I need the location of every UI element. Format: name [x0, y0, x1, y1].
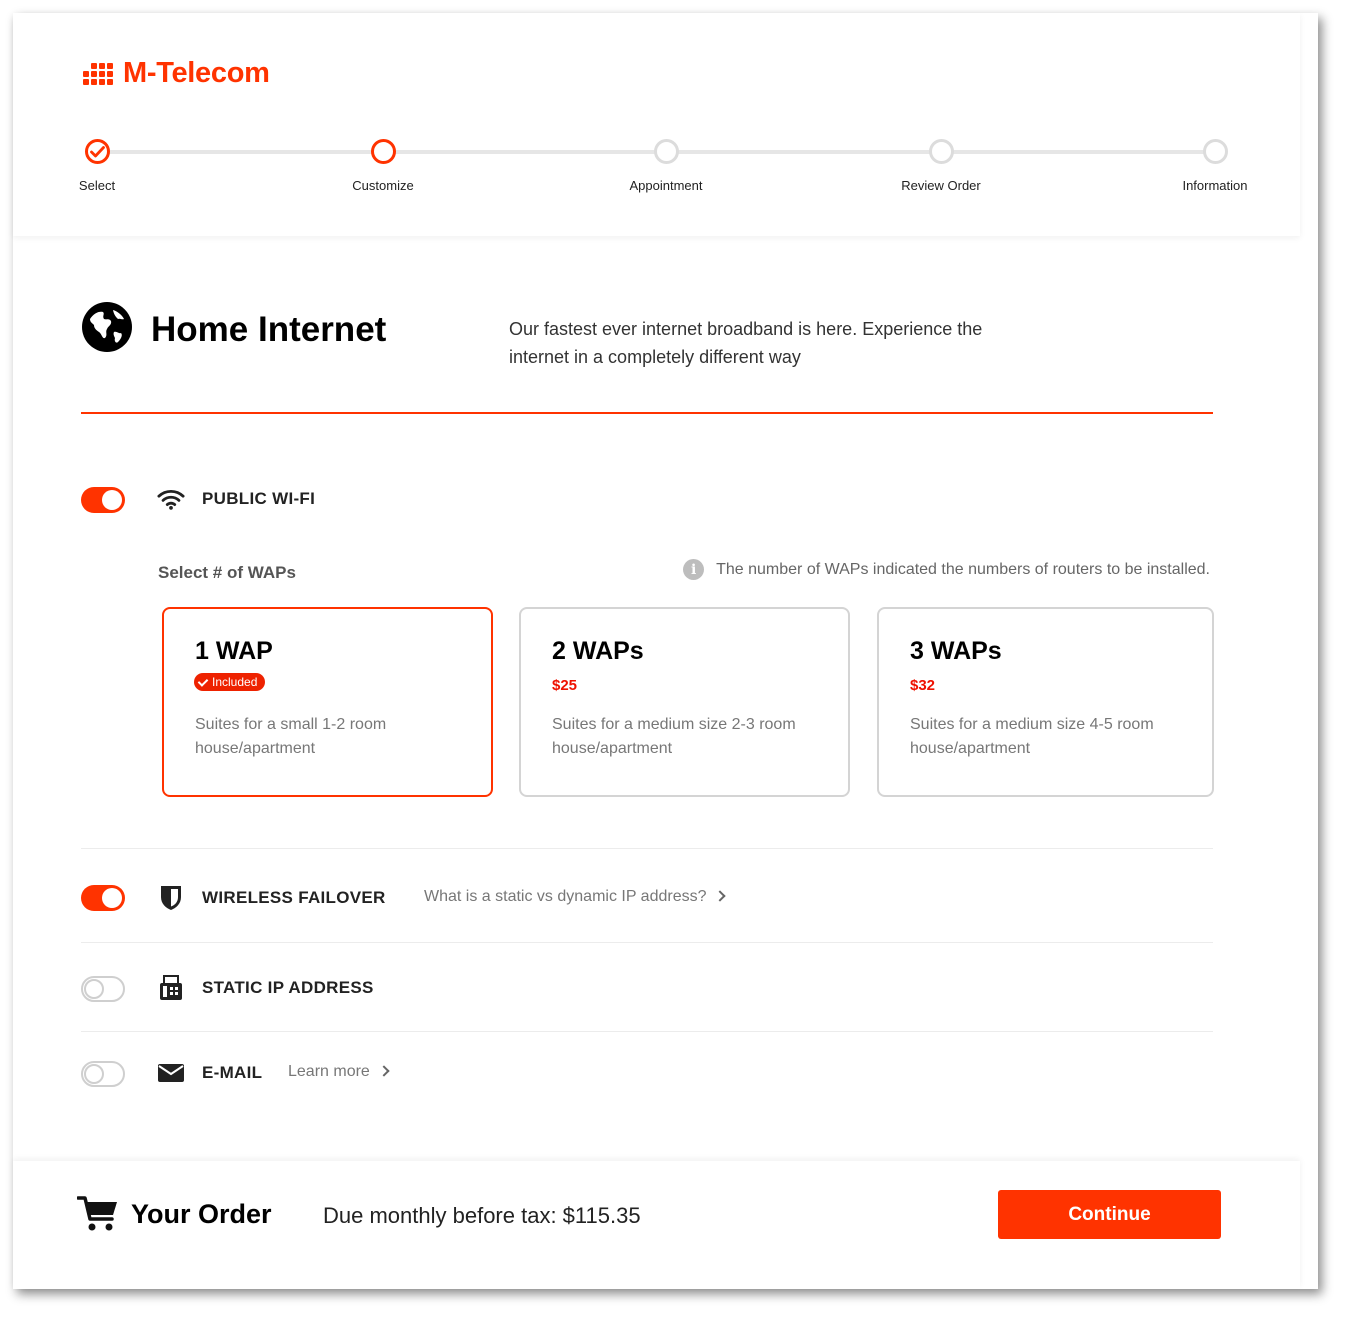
fax-icon	[157, 974, 185, 1002]
progress-stepper: Select Customize Appointment Review Orde…	[13, 139, 1300, 209]
cart-icon	[76, 1195, 119, 1238]
wap-card-1[interactable]: 1 WAP Included Suites for a small 1-2 ro…	[162, 607, 493, 797]
static-ip-label: STATIC IP ADDRESS	[202, 978, 374, 997]
learn-more-link[interactable]: Learn more	[288, 1063, 390, 1081]
row-divider	[81, 848, 1213, 849]
step-label: Select	[78, 178, 116, 193]
chevron-right-icon	[378, 1065, 390, 1077]
due-monthly-text: Due monthly before tax: $115.35	[323, 1203, 641, 1228]
wifi-icon	[157, 485, 185, 513]
step-complete-icon	[84, 139, 110, 164]
step-pending-icon	[928, 139, 954, 164]
badge-label: Included	[212, 675, 258, 689]
shield-icon	[157, 884, 185, 912]
step-pending-icon	[653, 139, 679, 164]
step-label: Appointment	[629, 178, 703, 193]
brand-name: M-Telecom	[123, 57, 270, 89]
wap-card-description: Suites for a small 1-2 room house/apartm…	[195, 716, 387, 757]
option-public-wifi: PUBLIC WI-FI	[81, 479, 1213, 519]
step-customize[interactable]: Customize	[323, 139, 443, 193]
static-ip-toggle[interactable]	[81, 976, 125, 1002]
step-select[interactable]: Select	[37, 139, 157, 193]
header: M-Telecom Select Customize Appointment R…	[13, 13, 1300, 236]
wireless-failover-label: WIRELESS FAILOVER	[202, 888, 386, 907]
step-information[interactable]: Information	[1155, 139, 1275, 193]
page-title: Home Internet	[151, 309, 387, 349]
wap-card-price: $32	[910, 677, 936, 694]
email-toggle[interactable]	[81, 1061, 125, 1087]
continue-button[interactable]: Continue	[998, 1190, 1221, 1239]
static-vs-dynamic-ip-link[interactable]: What is a static vs dynamic IP address?	[424, 888, 727, 906]
wap-card-3[interactable]: 3 WAPs $32 Suites for a medium size 4-5 …	[877, 607, 1214, 797]
section-divider	[81, 412, 1213, 414]
step-appointment[interactable]: Appointment	[606, 139, 726, 193]
step-label: Customize	[352, 178, 414, 193]
step-pending-icon	[1202, 139, 1228, 164]
wap-card-description: Suites for a medium size 2-3 room house/…	[552, 716, 796, 757]
public-wifi-label: PUBLIC WI-FI	[202, 489, 316, 508]
logo-grid-icon	[83, 62, 113, 85]
wap-card-title: 2 WAPs	[552, 637, 644, 665]
order-footer: Your Order Due monthly before tax: $115.…	[13, 1161, 1300, 1289]
wap-card-price: $25	[552, 677, 578, 694]
step-label: Review Order	[901, 178, 981, 193]
order-title: Your Order	[131, 1199, 272, 1229]
wap-card-description: Suites for a medium size 4-5 room house/…	[910, 716, 1154, 757]
wap-info-text: The number of WAPs indicated the numbers…	[716, 560, 1210, 578]
wap-card-title: 1 WAP	[195, 637, 273, 665]
check-icon	[197, 675, 209, 687]
section-header: Home Internet	[81, 301, 386, 358]
chevron-right-icon	[714, 890, 727, 902]
row-divider	[81, 1031, 1213, 1032]
brand-logo[interactable]: M-Telecom	[83, 57, 270, 90]
public-wifi-toggle[interactable]	[81, 487, 125, 513]
row-divider	[81, 942, 1213, 943]
wap-info-note: i The number of WAPs indicated the numbe…	[683, 559, 1210, 580]
page-subtitle: Our fastest ever internet broadband is h…	[509, 319, 983, 367]
option-email: E-MAIL Learn more	[81, 1053, 1213, 1093]
option-wireless-failover: WIRELESS FAILOVER What is a static vs dy…	[81, 878, 1213, 918]
email-label: E-MAIL	[202, 1063, 263, 1082]
wap-card-title: 3 WAPs	[910, 637, 1002, 665]
wap-select-label: Select # of WAPs	[158, 563, 296, 582]
step-active-icon	[370, 139, 396, 164]
app-window: M-Telecom Select Customize Appointment R…	[13, 13, 1318, 1289]
wireless-failover-toggle[interactable]	[81, 885, 125, 911]
info-icon: i	[683, 559, 705, 580]
option-static-ip: STATIC IP ADDRESS	[81, 968, 1213, 1008]
step-label: Information	[1182, 178, 1248, 193]
globe-icon	[81, 301, 133, 358]
step-review-order[interactable]: Review Order	[881, 139, 1001, 193]
envelope-icon	[157, 1059, 185, 1087]
wap-card-2[interactable]: 2 WAPs $25 Suites for a medium size 2-3 …	[519, 607, 850, 797]
included-badge: Included	[194, 673, 266, 691]
